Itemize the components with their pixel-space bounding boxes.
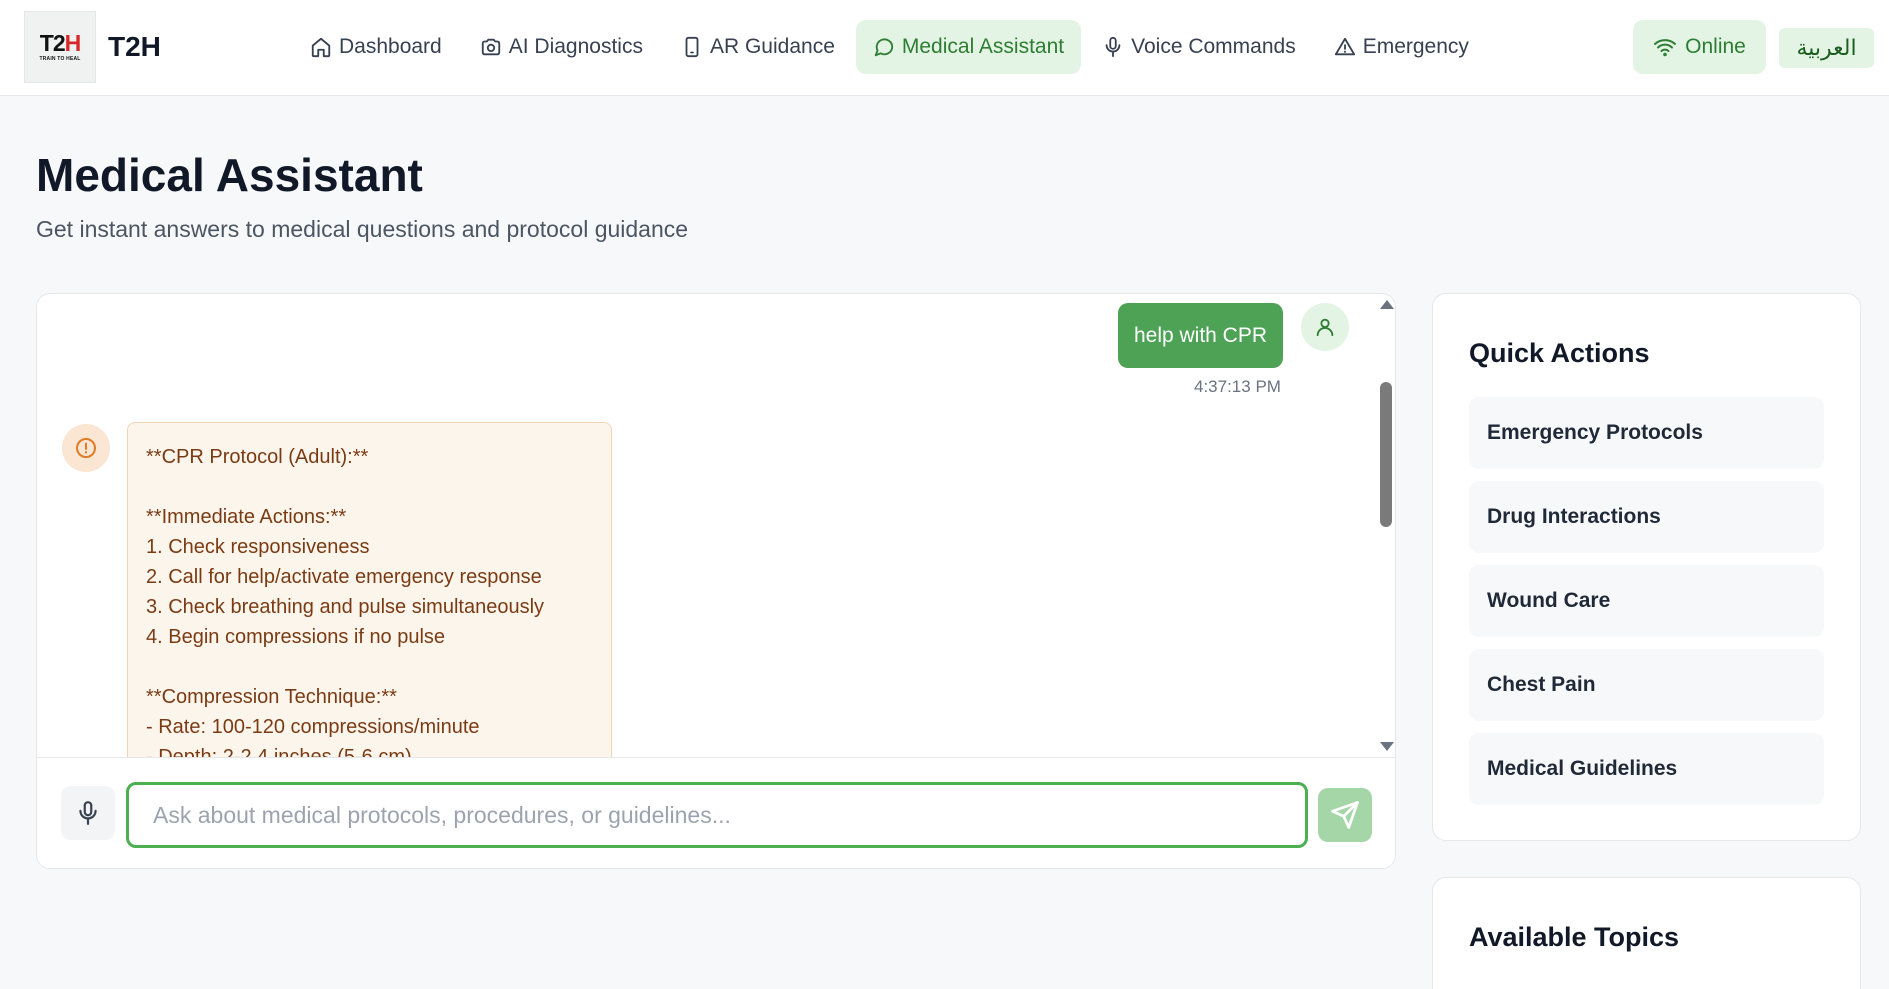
assistant-message-line: 1. Check responsiveness <box>146 536 370 558</box>
page-subtitle: Get instant answers to medical questions… <box>36 216 689 242</box>
assistant-message-bubble: **CPR Protocol (Adult):** **Immediate Ac… <box>127 422 612 757</box>
assistant-message-line: **Compression Technique:** <box>146 686 397 708</box>
assistant-message-line <box>146 652 593 682</box>
chat-input-bar <box>37 757 1395 868</box>
warning-icon <box>1334 37 1355 56</box>
nav-item-label: Dashboard <box>339 35 442 58</box>
assistant-message-line: 2. Call for help/activate emergency resp… <box>146 566 542 588</box>
assistant-avatar <box>62 424 110 472</box>
logo-mark: T2H <box>39 30 81 56</box>
scrollbar-thumb[interactable] <box>1380 382 1392 527</box>
quick-actions-list: Emergency Protocols Drug Interactions Wo… <box>1469 397 1824 817</box>
chat-scrollbar[interactable] <box>1376 294 1395 757</box>
nav-item-medical-assistant[interactable]: Medical Assistant <box>855 20 1082 74</box>
voice-input-button[interactable] <box>61 786 115 840</box>
phone-icon <box>685 36 699 58</box>
chat-panel: help with CPR 4:37:13 PM **CPR Protocol … <box>36 293 1396 869</box>
brand-name[interactable]: T2H <box>108 31 161 63</box>
chat-input[interactable] <box>126 782 1308 848</box>
assistant-message-line: 3. Check breathing and pulse simultaneou… <box>146 596 545 618</box>
nav-item-label: AI Diagnostics <box>508 35 643 58</box>
nav-item-label: AR Guidance <box>709 35 835 58</box>
message-timestamp: 4:37:13 PM <box>1194 377 1281 396</box>
send-button[interactable] <box>1318 788 1372 842</box>
quick-actions-title: Quick Actions <box>1469 338 1650 368</box>
language-toggle-button[interactable]: العربية <box>1779 28 1874 68</box>
chat-icon <box>874 38 894 57</box>
quick-action-emergency-protocols[interactable]: Emergency Protocols <box>1469 397 1824 469</box>
page-title: Medical Assistant <box>36 149 423 201</box>
main-nav: Dashboard AI Diagnostics AR Guidance Med… <box>293 20 1490 74</box>
assistant-message-line: 4. Begin compressions if no pulse <box>146 626 446 648</box>
available-topics-title: Available Topics <box>1469 922 1680 952</box>
send-icon <box>1331 801 1359 829</box>
nav-item-dashboard[interactable]: Dashboard <box>293 20 459 74</box>
nav-item-ai-diagnostics[interactable]: AI Diagnostics <box>463 20 660 74</box>
nav-item-emergency[interactable]: Emergency <box>1317 20 1486 74</box>
quick-action-wound-care[interactable]: Wound Care <box>1469 565 1824 637</box>
app-logo[interactable]: T2H TRAIN TO HEAL <box>24 11 96 83</box>
nav-item-label: Emergency <box>1362 35 1469 58</box>
assistant-message-line: **Immediate Actions:** <box>146 506 347 528</box>
wifi-icon <box>1654 39 1677 57</box>
chat-messages[interactable]: help with CPR 4:37:13 PM **CPR Protocol … <box>37 294 1395 757</box>
user-icon <box>1316 318 1334 337</box>
top-navigation-bar: T2H TRAIN TO HEAL T2H Dashboard AI Diagn… <box>0 0 1889 96</box>
user-message-bubble: help with CPR <box>1118 303 1283 368</box>
assistant-message-line: **CPR Protocol (Adult):** <box>146 446 369 468</box>
mic-icon <box>79 801 97 825</box>
assistant-message-line: - Rate: 100-120 compressions/minute <box>146 716 480 738</box>
online-status-badge[interactable]: Online <box>1633 20 1766 74</box>
nav-item-label: Voice Commands <box>1131 35 1296 58</box>
quick-action-drug-interactions[interactable]: Drug Interactions <box>1469 481 1824 553</box>
home-icon <box>311 37 331 58</box>
alert-circle-icon <box>76 438 96 458</box>
user-avatar <box>1301 303 1349 351</box>
assistant-message-line: - Depth: 2-2.4 inches (5-6 cm) <box>146 746 412 757</box>
mic-icon <box>1105 36 1121 58</box>
available-topics-panel: Available Topics <box>1432 877 1861 989</box>
nav-item-voice-commands[interactable]: Voice Commands <box>1085 20 1313 74</box>
scroll-up-arrow-icon[interactable] <box>1380 300 1394 309</box>
camera-icon <box>481 38 500 56</box>
quick-action-chest-pain[interactable]: Chest Pain <box>1469 649 1824 721</box>
quick-action-medical-guidelines[interactable]: Medical Guidelines <box>1469 733 1824 805</box>
assistant-message-line <box>146 472 593 502</box>
status-label: Online <box>1685 35 1746 58</box>
nav-item-ar-guidance[interactable]: AR Guidance <box>664 20 852 74</box>
quick-actions-panel: Quick Actions Emergency Protocols Drug I… <box>1432 293 1861 841</box>
logo-tagline: TRAIN TO HEAL <box>39 56 81 62</box>
nav-item-label: Medical Assistant <box>901 35 1065 58</box>
scroll-down-arrow-icon[interactable] <box>1380 742 1394 751</box>
